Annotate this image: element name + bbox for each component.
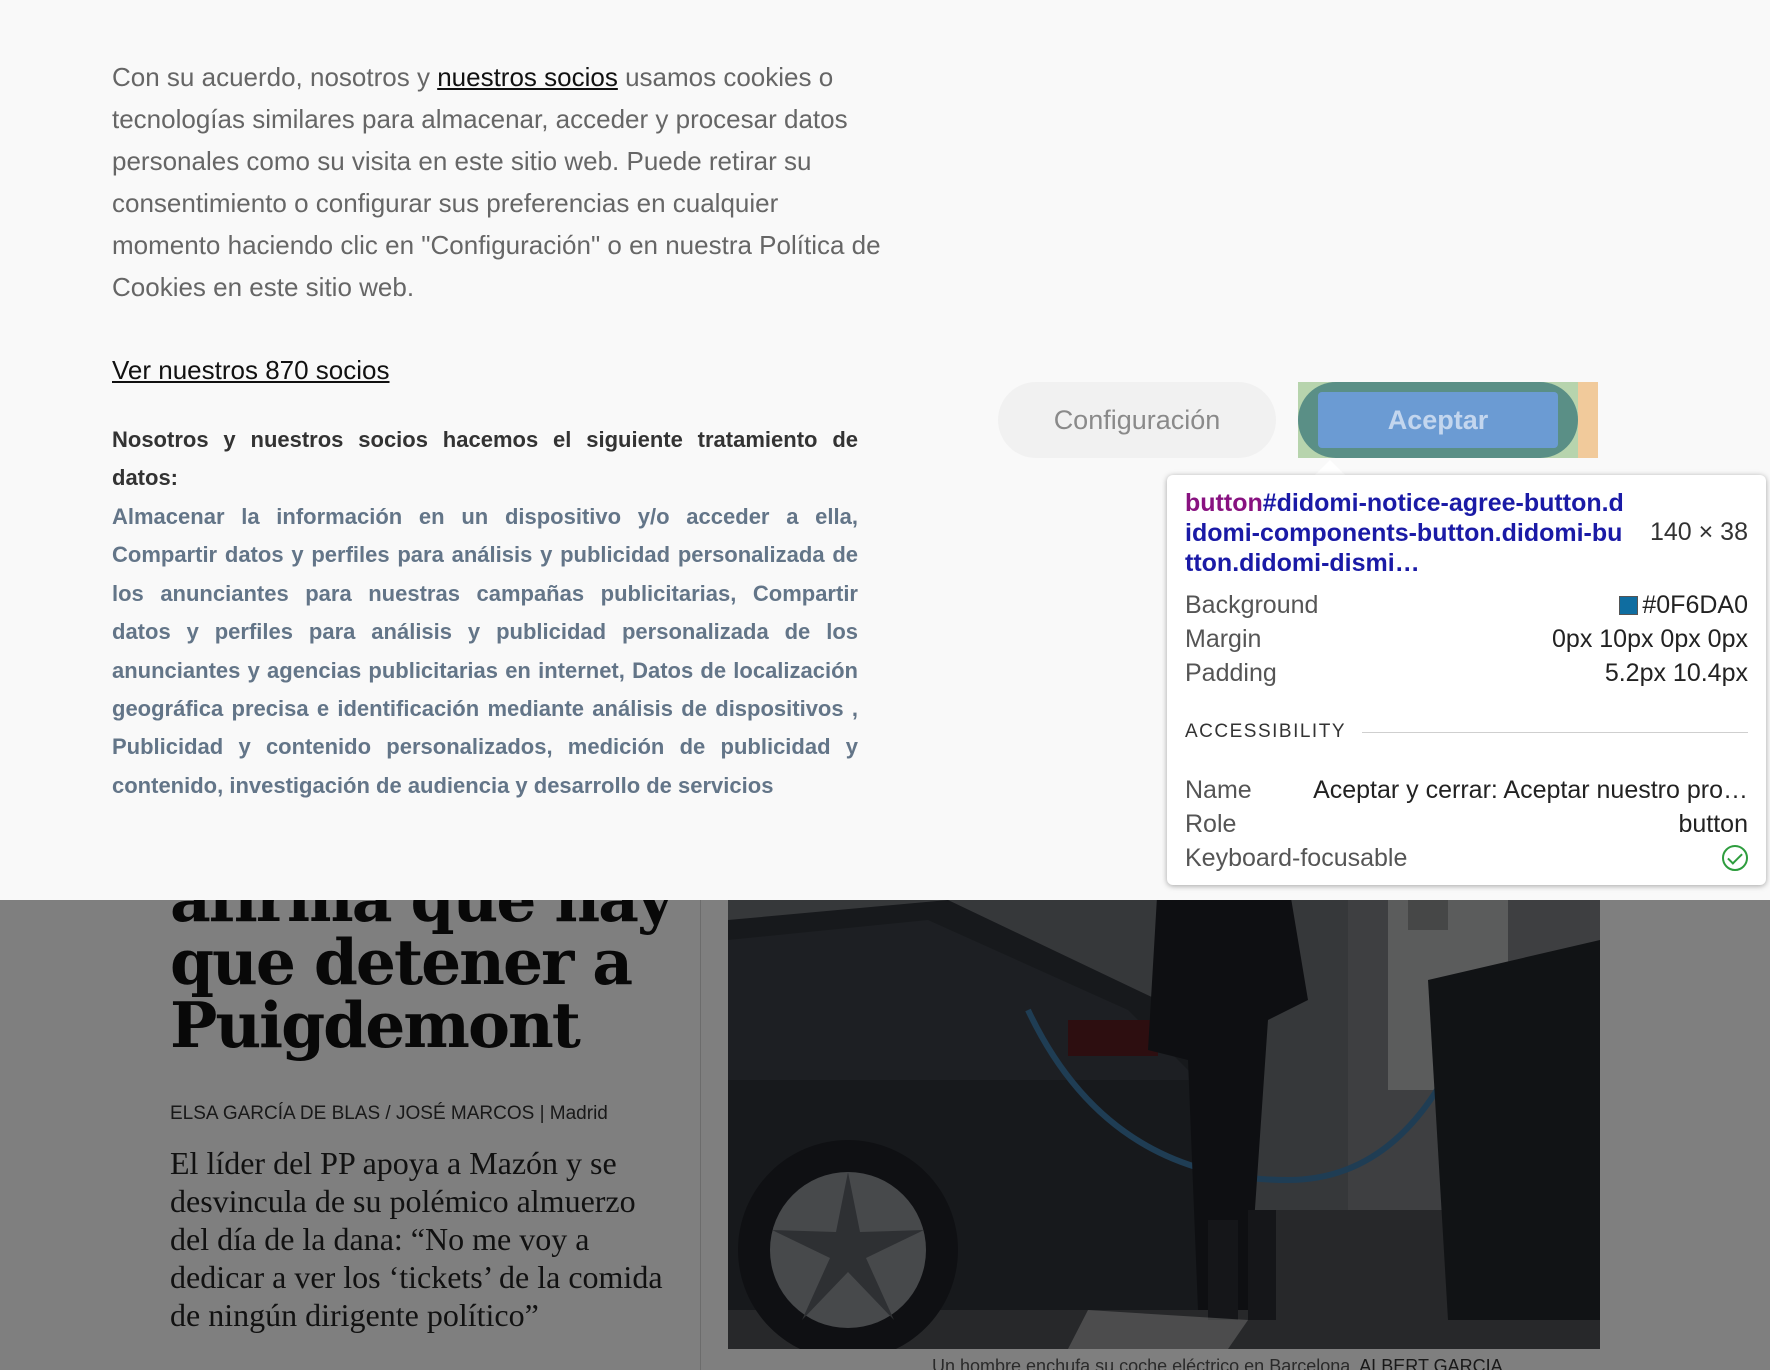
consent-intro-text: Con su acuerdo, nosotros y nuestros soci… bbox=[112, 56, 882, 308]
tooltip-selector: button#didomi-notice-agree-button.didomi… bbox=[1185, 488, 1625, 578]
section-divider bbox=[1362, 731, 1748, 733]
role-label: Role bbox=[1185, 809, 1237, 838]
accessibility-section-header: ACCESSIBILITY bbox=[1185, 720, 1748, 744]
processing-title: Nosotros y nuestros socios hacemos el si… bbox=[112, 427, 858, 490]
tooltip-row-role: Role button bbox=[1185, 807, 1748, 841]
intro-text-start: Con su acuerdo, nosotros y bbox=[112, 62, 438, 92]
configuration-button[interactable]: Configuración bbox=[998, 382, 1276, 458]
check-circle-icon bbox=[1722, 845, 1748, 871]
accessibility-heading: ACCESSIBILITY bbox=[1185, 721, 1346, 742]
tooltip-row-focusable: Keyboard-focusable bbox=[1185, 841, 1748, 875]
tooltip-arrow bbox=[1314, 460, 1346, 476]
margin-label: Margin bbox=[1185, 624, 1262, 653]
tooltip-row-name: Name Aceptar y cerrar: Aceptar nuestro p… bbox=[1185, 773, 1748, 807]
tooltip-row-margin: Margin 0px 10px 0px 0px bbox=[1185, 622, 1748, 656]
view-partners-link[interactable]: Ver nuestros 870 socios bbox=[112, 352, 390, 388]
role-value: button bbox=[1678, 809, 1748, 838]
padding-value: 5.2px 10.4px bbox=[1604, 658, 1748, 687]
intro-text-rest: usamos cookies o tecnologías similares p… bbox=[112, 62, 881, 302]
focusable-label: Keyboard-focusable bbox=[1185, 843, 1408, 872]
name-value: Aceptar y cerrar: Aceptar nuestro pro… bbox=[1313, 775, 1748, 804]
background-hex: #0F6DA0 bbox=[1642, 590, 1748, 619]
tooltip-row-padding: Padding 5.2px 10.4px bbox=[1185, 656, 1748, 690]
padding-label: Padding bbox=[1185, 658, 1277, 687]
tooltip-tag: button bbox=[1185, 489, 1263, 517]
color-swatch-icon bbox=[1619, 595, 1639, 615]
our-partners-link[interactable]: nuestros socios bbox=[437, 62, 618, 92]
tooltip-size: 140 × 38 bbox=[1649, 518, 1748, 546]
background-label: Background bbox=[1185, 590, 1319, 619]
devtools-inspect-tooltip: button#didomi-notice-agree-button.didomi… bbox=[1167, 475, 1766, 885]
margin-value: 0px 10px 0px 0px bbox=[1552, 624, 1748, 653]
devtools-highlight-margin bbox=[1578, 382, 1598, 458]
processing-purposes-list[interactable]: Almacenar la información en un dispositi… bbox=[112, 498, 858, 805]
background-value: #0F6DA0 bbox=[1619, 591, 1748, 620]
name-label: Name bbox=[1185, 775, 1252, 804]
accept-button-label[interactable]: Aceptar bbox=[1318, 392, 1558, 448]
tooltip-row-background: Background #0F6DA0 bbox=[1185, 588, 1748, 622]
